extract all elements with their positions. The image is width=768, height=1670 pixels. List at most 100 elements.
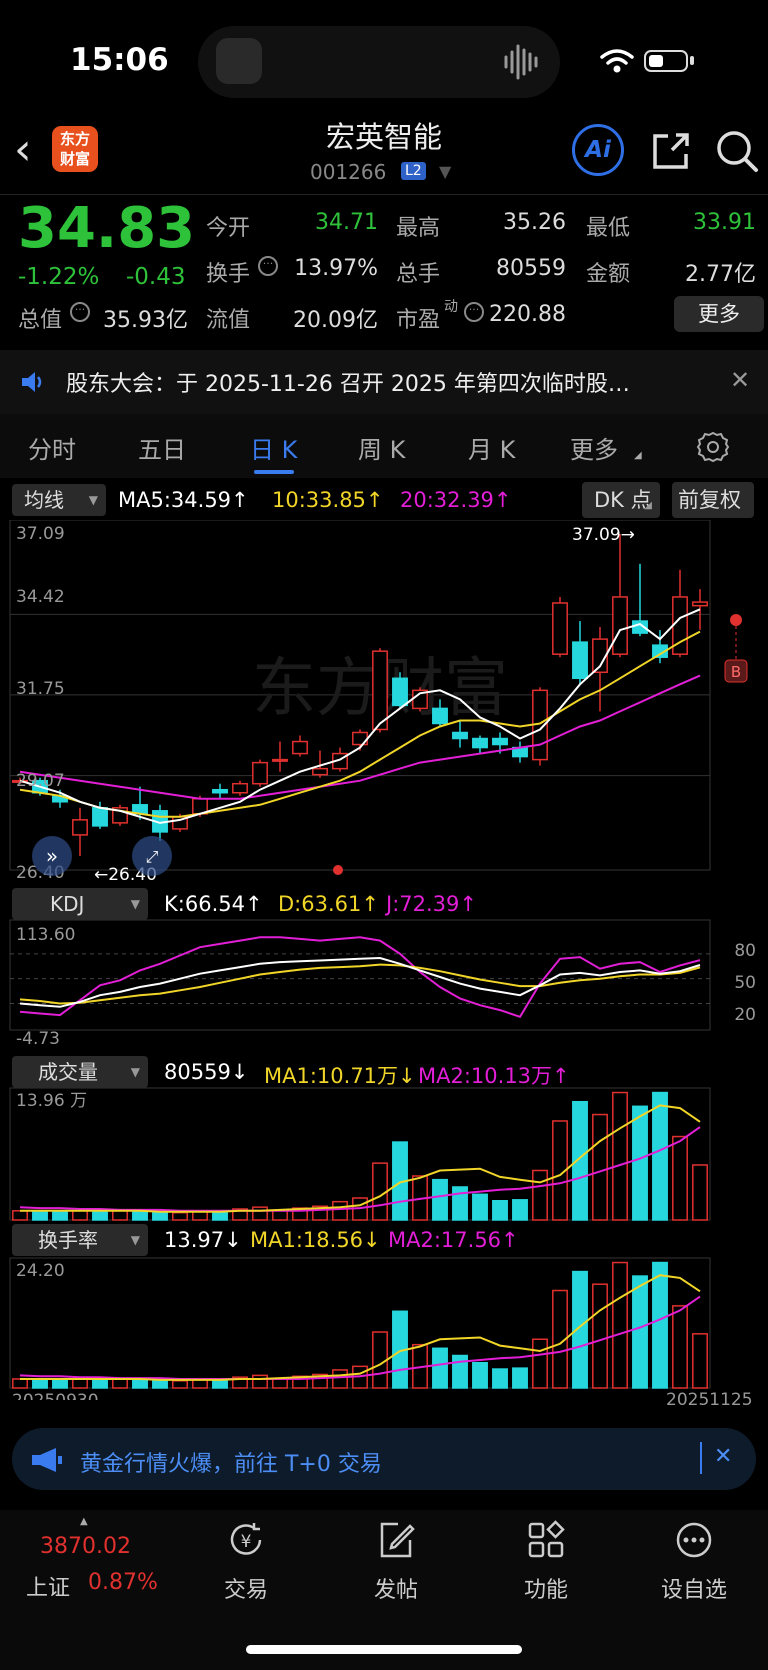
kdj-axis-top: 113.60 <box>16 925 75 945</box>
chevron-down-icon[interactable]: ▼ <box>439 162 451 181</box>
volume-label: 总手 <box>396 262 441 287</box>
collapse-button[interactable]: » <box>32 836 72 876</box>
turnover-bar <box>32 1378 48 1389</box>
change-amount: -0.43 <box>126 264 186 290</box>
tab-daily-k[interactable]: 日 K <box>250 430 297 465</box>
level2-badge[interactable]: L2 <box>401 162 426 180</box>
dropdown-icon: ▼ <box>130 897 140 911</box>
share-icon[interactable] <box>650 130 692 172</box>
more-quote-button[interactable]: 更多 <box>674 296 764 332</box>
info-icon[interactable]: ··· <box>70 302 90 322</box>
volume-bar <box>432 1178 448 1221</box>
low-value: 33.91 <box>693 210 756 235</box>
kdj-selector[interactable]: KDJ ▼ <box>12 888 148 920</box>
candle <box>272 758 288 762</box>
turnover-selector-label: 换手率 <box>38 1228 98 1252</box>
turnover-ma1-line <box>20 1274 701 1381</box>
turnover-bar <box>52 1378 68 1389</box>
float-label: 流值 <box>206 308 251 333</box>
dropdown-icon: ▼ <box>88 493 98 507</box>
function-grid-icon[interactable] <box>526 1520 566 1560</box>
volume-bar <box>632 1105 648 1221</box>
index-change[interactable]: 0.87% <box>88 1570 158 1595</box>
info-icon[interactable]: ··· <box>258 256 278 276</box>
turnover-bar <box>132 1379 148 1389</box>
tab-post[interactable]: 发帖 <box>346 1572 446 1604</box>
tab-monthly-k[interactable]: 月 K <box>468 430 515 465</box>
kdj-selector-label: KDJ <box>50 892 85 916</box>
search-icon[interactable] <box>714 128 760 174</box>
notice-text[interactable]: 股东大会：于 2025-11-26 召开 2025 年第四次临时股… <box>66 366 630 398</box>
volume-bar <box>112 1210 128 1221</box>
volume-bar <box>12 1210 28 1221</box>
dropdown-icon: ▼ <box>130 1065 140 1079</box>
close-icon[interactable]: ✕ <box>714 1444 732 1469</box>
tab-5day[interactable]: 五日 <box>138 430 186 465</box>
turnover-bar <box>192 1379 208 1389</box>
double-chevron-icon: » <box>46 844 58 868</box>
turnover-bars <box>9 1257 711 1389</box>
fullscreen-button[interactable]: ⤢ <box>132 836 172 876</box>
tab-watchlist[interactable]: 设自选 <box>644 1572 744 1604</box>
promo-text[interactable]: 黄金行情火爆，前往 T+0 交易 <box>80 1446 382 1478</box>
ai-button[interactable]: Ai <box>572 124 624 176</box>
date-start: 20250930 <box>12 1391 99 1400</box>
volume-bar <box>32 1210 48 1221</box>
event-dot[interactable] <box>333 865 343 875</box>
stock-code[interactable]: 001266 <box>310 160 386 184</box>
volume-bar <box>72 1210 88 1221</box>
pe-dynamic-tag: 动 <box>444 299 458 315</box>
trade-icon[interactable]: ¥ <box>226 1520 266 1560</box>
turnover-bar <box>692 1333 708 1389</box>
high-value: 35.26 <box>503 210 566 235</box>
tab-more[interactable]: 更多 <box>570 430 618 465</box>
turnover-label: 换手 <box>206 262 251 287</box>
volume-value: 80559 <box>496 256 566 281</box>
ma5-value: MA5:34.59↑ <box>118 488 249 512</box>
candle <box>432 707 448 725</box>
kdj-j-value: J:72.39↑ <box>386 892 477 916</box>
ma-selector[interactable]: 均线 ▼ <box>12 484 106 516</box>
candle <box>552 602 568 655</box>
chart-area[interactable]: 东方财富 37.09 34.42 31.75 29.07 26.40 37.09… <box>0 520 768 1400</box>
battery-cap <box>690 56 694 65</box>
volume-selector[interactable]: 成交量 ▼ <box>12 1056 148 1088</box>
adjust-button[interactable]: 前复权 <box>672 482 754 518</box>
buy-marker-label: B <box>731 663 741 681</box>
candle <box>252 761 268 785</box>
tab-trade[interactable]: 交易 <box>196 1572 296 1604</box>
volume-bar <box>612 1091 628 1221</box>
kdj-d-value: D:63.61↑ <box>278 892 379 916</box>
candle <box>452 731 468 740</box>
expand-icon: ⤢ <box>146 847 159 866</box>
price-axis-label: 37.09 <box>16 524 65 544</box>
turnover-bar <box>432 1347 448 1389</box>
index-name[interactable]: 上证 <box>26 1570 70 1602</box>
candle <box>92 807 108 827</box>
turnover-selector[interactable]: 换手率 ▼ <box>12 1224 148 1256</box>
gear-icon[interactable] <box>696 430 730 464</box>
tab-weekly-k[interactable]: 周 K <box>358 430 405 465</box>
open-label: 今开 <box>206 216 251 241</box>
volume-bar <box>652 1091 668 1221</box>
amount-value: 2.77亿 <box>685 262 756 287</box>
candle <box>472 737 488 749</box>
tab-intraday[interactable]: 分时 <box>28 430 76 465</box>
dk-point-button[interactable]: DK 点 ◢ <box>582 482 660 518</box>
tab-function[interactable]: 功能 <box>496 1572 596 1604</box>
close-icon[interactable]: ✕ <box>730 366 750 394</box>
post-icon[interactable] <box>376 1520 416 1560</box>
price-axis-label: 34.42 <box>16 587 65 607</box>
index-value[interactable]: 3870.02 <box>40 1534 131 1559</box>
status-time: 15:06 <box>70 42 169 78</box>
mktcap-label: 总值 <box>18 308 63 333</box>
turnover-bar <box>612 1261 628 1389</box>
turnover-bar <box>332 1369 348 1389</box>
svg-text:¥: ¥ <box>241 1532 252 1552</box>
turnover-bar <box>492 1368 508 1389</box>
volume-bar <box>192 1210 208 1221</box>
ma10-value: 10:33.85↑ <box>272 488 384 512</box>
info-icon[interactable]: ··· <box>464 302 484 322</box>
watchlist-icon[interactable] <box>674 1520 714 1560</box>
divider <box>0 194 768 195</box>
